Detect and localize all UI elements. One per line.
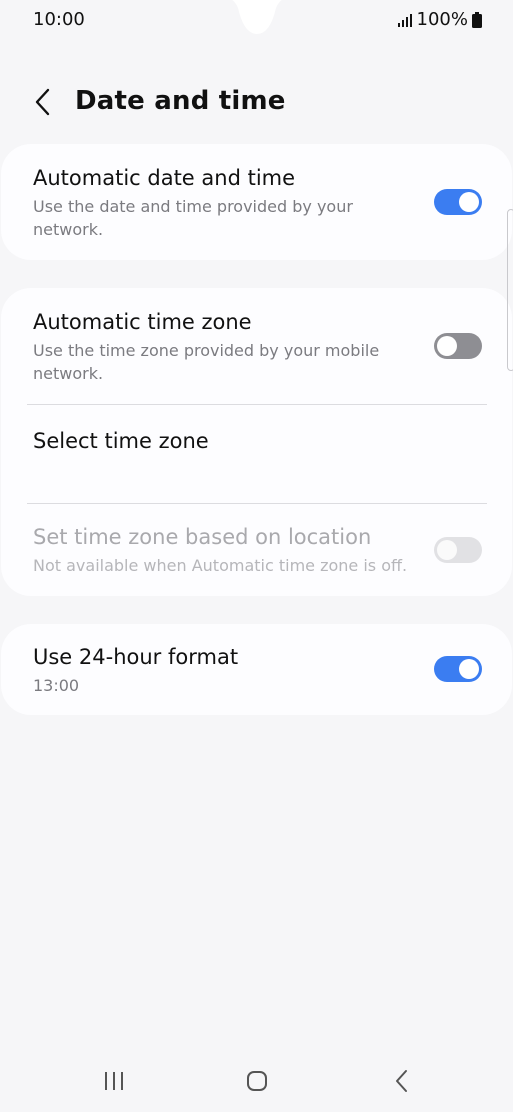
location-timezone-toggle: [434, 537, 482, 563]
back-icon: [396, 1070, 407, 1092]
toggle-knob: [459, 192, 479, 212]
setting-title: Select time zone: [33, 429, 209, 453]
auto-datetime-toggle[interactable]: [434, 189, 482, 215]
screen: 10:00 100% Date and time Automatic date …: [0, 0, 513, 1112]
setting-auto-datetime[interactable]: Automatic date and time Use the date and…: [1, 144, 512, 260]
toggle-knob: [437, 336, 457, 356]
setting-auto-timezone[interactable]: Automatic time zone Use the time zone pr…: [1, 288, 512, 404]
recents-button[interactable]: [94, 1066, 134, 1096]
nav-back-button[interactable]: [382, 1066, 422, 1096]
status-indicators: 100%: [397, 9, 482, 30]
battery-icon: [472, 11, 482, 28]
toggle-knob: [459, 659, 479, 679]
status-time: 10:00: [33, 9, 85, 30]
signal-icon: [397, 13, 412, 27]
card-timezone: Automatic time zone Use the time zone pr…: [1, 288, 512, 596]
home-button[interactable]: [237, 1066, 277, 1096]
card-auto-datetime: Automatic date and time Use the date and…: [1, 144, 512, 260]
setting-title: Set time zone based on location: [33, 525, 372, 549]
setting-select-timezone[interactable]: Select time zone: [1, 405, 512, 503]
home-icon: [247, 1071, 267, 1091]
scrollbar[interactable]: [507, 209, 513, 371]
setting-subtitle: 13:00: [33, 676, 80, 695]
toggle-knob: [437, 540, 457, 560]
setting-title: Automatic time zone: [33, 310, 252, 334]
setting-subtitle: Use the date and time provided by your n…: [33, 197, 353, 239]
camera-notch: [232, 0, 282, 34]
auto-timezone-toggle[interactable]: [434, 333, 482, 359]
card-hour-format: Use 24-hour format 13:00: [1, 624, 512, 715]
setting-title: Automatic date and time: [33, 166, 296, 190]
status-bar: 10:00 100%: [0, 0, 513, 40]
battery-percent: 100%: [416, 9, 468, 30]
chevron-left-icon: [35, 88, 50, 116]
app-header: Date and time: [0, 78, 513, 128]
setting-subtitle: Not available when Automatic time zone i…: [33, 556, 408, 575]
navigation-bar: [0, 1058, 513, 1104]
recents-icon: [105, 1072, 123, 1090]
page-title: Date and time: [75, 86, 286, 116]
setting-subtitle: Use the time zone provided by your mobil…: [33, 341, 380, 383]
setting-location-timezone: Set time zone based on location Not avai…: [1, 504, 512, 596]
back-button[interactable]: [26, 84, 58, 120]
setting-24-hour[interactable]: Use 24-hour format 13:00: [1, 624, 512, 715]
24-hour-toggle[interactable]: [434, 656, 482, 682]
setting-title: Use 24-hour format: [33, 645, 239, 669]
